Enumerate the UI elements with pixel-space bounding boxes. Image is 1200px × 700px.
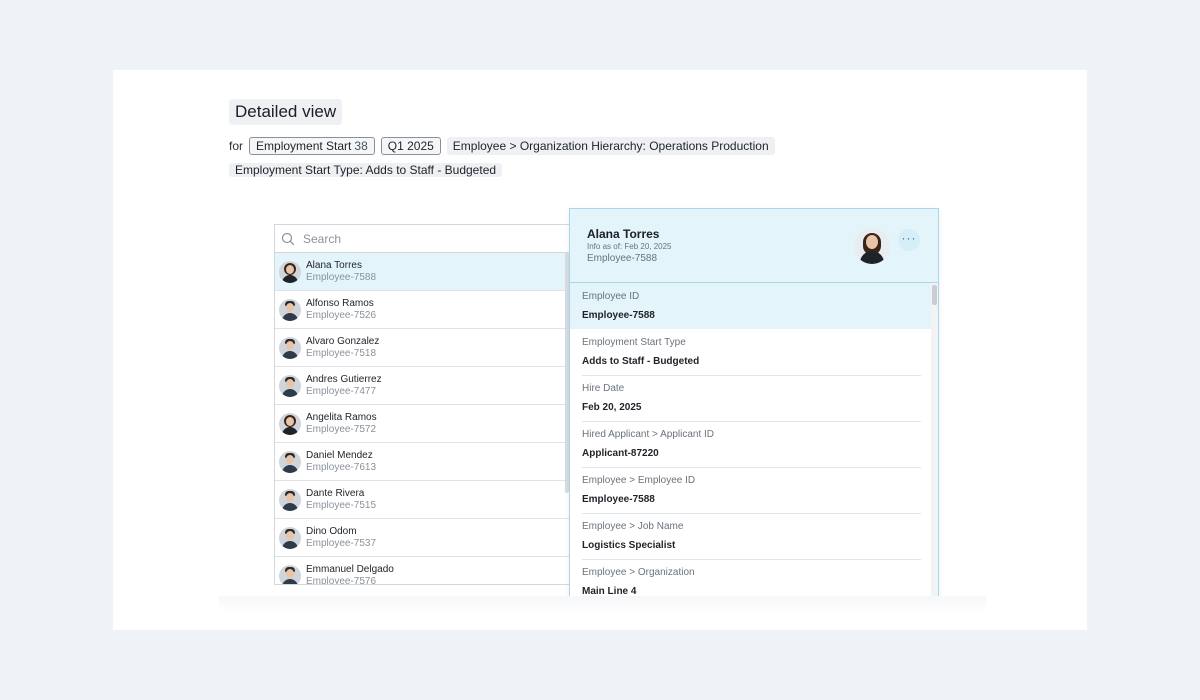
list-item-text: Dante Rivera Employee-7515: [306, 488, 376, 512]
employee-id: Employee-7515: [306, 499, 377, 511]
detail-as-of: Info as of: Feb 20, 2025: [587, 242, 672, 251]
list-item[interactable]: Daniel Mendez Employee-7613: [275, 443, 571, 481]
list-item[interactable]: Alana Torres Employee-7588: [275, 253, 571, 291]
employee-list: Alana Torres Employee-7588 Alfonso Ramos Em…: [275, 253, 571, 585]
detail-scrollbar-thumb[interactable]: [932, 285, 937, 305]
more-options-button[interactable]: ···: [898, 229, 920, 251]
list-item[interactable]: Dino Odom Employee-7537: [275, 519, 571, 557]
detail-fields: Employee ID Employee-7588 Employment Start…: [570, 283, 938, 599]
filter-row-2: Employment Start Type: Adds to Staff - B…: [229, 161, 503, 179]
list-item-text: Emmanuel Delgado Employee-7576: [306, 563, 394, 585]
avatar: [279, 260, 301, 283]
metric-chip[interactable]: Employment Start 38: [249, 137, 375, 155]
detail-field-label: Employee > Organization: [582, 567, 695, 578]
list-item[interactable]: Andres Gutierrez Employee-7477: [275, 367, 571, 405]
employee-id: Employee-7537: [306, 537, 377, 549]
detail-field-label: Hire Date: [582, 383, 625, 394]
list-item-text: Alvaro Gonzalez Employee-7518: [306, 336, 379, 360]
list-item-text: Andres Gutierrez Employee-7477: [306, 374, 382, 398]
employee-name: Emmanuel Delgado: [306, 563, 394, 575]
detail-field-value: Employee-7588: [582, 494, 655, 505]
detail-employee-name: Alana Torres: [587, 227, 660, 241]
employee-id: Employee-7477: [306, 385, 377, 397]
employee-id: Employee-7588: [306, 271, 377, 283]
avatar: [279, 564, 301, 584]
employee-detail-panel: Alana Torres Info as of: Feb 20, 2025 Em…: [569, 208, 939, 600]
employee-list-panel: Alana TorresEmployee-7588Alfonso RamosEm…: [274, 224, 572, 585]
employee-id: Employee-7572: [306, 423, 377, 435]
detail-field: Employment Start Type Adds to Staff - Bud…: [570, 329, 938, 376]
filter-row: for Employment Start 38 Q1 2025 Employee …: [229, 137, 775, 155]
employee-id: Employee-7526: [306, 309, 377, 321]
detail-field: Hired Applicant > Applicant ID Applicant-…: [570, 421, 938, 468]
avatar: [279, 374, 301, 397]
list-item-text: Alfonso Ramos Employee-7526: [306, 298, 376, 322]
list-item[interactable]: Alvaro Gonzalez Employee-7518: [275, 329, 571, 367]
employee-id: Employee-7576: [306, 575, 377, 585]
avatar: [279, 336, 301, 359]
start-type-filter-chip: Employment Start Type: Adds to Staff - B…: [229, 163, 503, 177]
employee-name: Angelita Ramos: [306, 411, 377, 423]
avatar: [279, 412, 301, 435]
detail-field-label: Employee > Employee ID: [582, 475, 696, 486]
detail-field-value: Adds to Staff - Budgeted: [582, 356, 700, 367]
detail-field-value: Applicant-87220: [582, 448, 659, 459]
metric-chip-count: 38: [354, 139, 368, 153]
avatar: [279, 298, 301, 321]
detail-field-label: Hired Applicant > Applicant ID: [582, 429, 715, 440]
list-item-text: Angelita Ramos Employee-7572: [306, 412, 377, 436]
employee-id: Employee-7613: [306, 461, 377, 473]
detail-field: Employee > Organization Main Line 4: [570, 559, 938, 599]
search-box: [275, 225, 571, 253]
detail-avatar: [854, 228, 890, 264]
period-chip[interactable]: Q1 2025: [380, 137, 441, 155]
employee-name: Alfonso Ramos: [306, 297, 374, 309]
detail-scrollbar[interactable]: [931, 283, 938, 599]
detail-field: Employee ID Employee-7588: [570, 283, 938, 329]
avatar: [279, 488, 301, 511]
detail-field-value: Feb 20, 2025: [582, 402, 642, 413]
employee-name: Alvaro Gonzalez: [306, 335, 380, 347]
list-item-text: Daniel Mendez Employee-7613: [306, 450, 376, 474]
search-icon: [281, 232, 295, 245]
list-item-text: Alana Torres Employee-7588: [306, 260, 376, 284]
employee-name: Andres Gutierrez: [306, 373, 382, 385]
page-title: Detailed view: [229, 99, 343, 125]
detail-field-label: Employee ID: [582, 291, 640, 302]
list-item[interactable]: Alfonso Ramos Employee-7526: [275, 291, 571, 329]
detail-employee-id: Employee-7588: [587, 253, 658, 264]
detail-header: Alana Torres Info as of: Feb 20, 2025 Em…: [570, 209, 938, 283]
employee-name: Alana Torres: [306, 259, 362, 271]
list-item-text: Dino Odom Employee-7537: [306, 526, 376, 550]
detail-field-value: Logistics Specialist: [582, 540, 676, 551]
detailed-view-card: Detailed view for Employment Start 38 Q1 …: [113, 70, 1087, 630]
bottom-shadow: [219, 596, 987, 612]
for-label: for: [229, 139, 244, 153]
detail-field-value: Employee-7588: [582, 310, 655, 321]
hierarchy-filter-chip: Employee > Organization Hierarchy: Opera…: [446, 137, 775, 155]
employee-name: Daniel Mendez: [306, 449, 373, 461]
list-item[interactable]: Dante Rivera Employee-7515: [275, 481, 571, 519]
detail-field-label: Employment Start Type: [582, 337, 686, 348]
detail-field-label: Employee > Job Name: [582, 521, 684, 532]
employee-name: Dante Rivera: [306, 487, 365, 499]
avatar: [279, 526, 301, 549]
list-item[interactable]: Angelita Ramos Employee-7572: [275, 405, 571, 443]
metric-chip-label: Employment Start: [256, 139, 352, 153]
employee-id: Employee-7518: [306, 347, 377, 359]
employee-name: Dino Odom: [306, 525, 357, 537]
search-input[interactable]: [301, 230, 505, 247]
detail-field: Employee > Job Name Logistics Specialist: [570, 513, 938, 560]
avatar: [279, 450, 301, 473]
list-item[interactable]: Emmanuel Delgado Employee-7576: [275, 557, 571, 585]
detail-field: Employee > Employee ID Employee-7588: [570, 467, 938, 514]
detail-field: Hire Date Feb 20, 2025: [570, 375, 938, 422]
